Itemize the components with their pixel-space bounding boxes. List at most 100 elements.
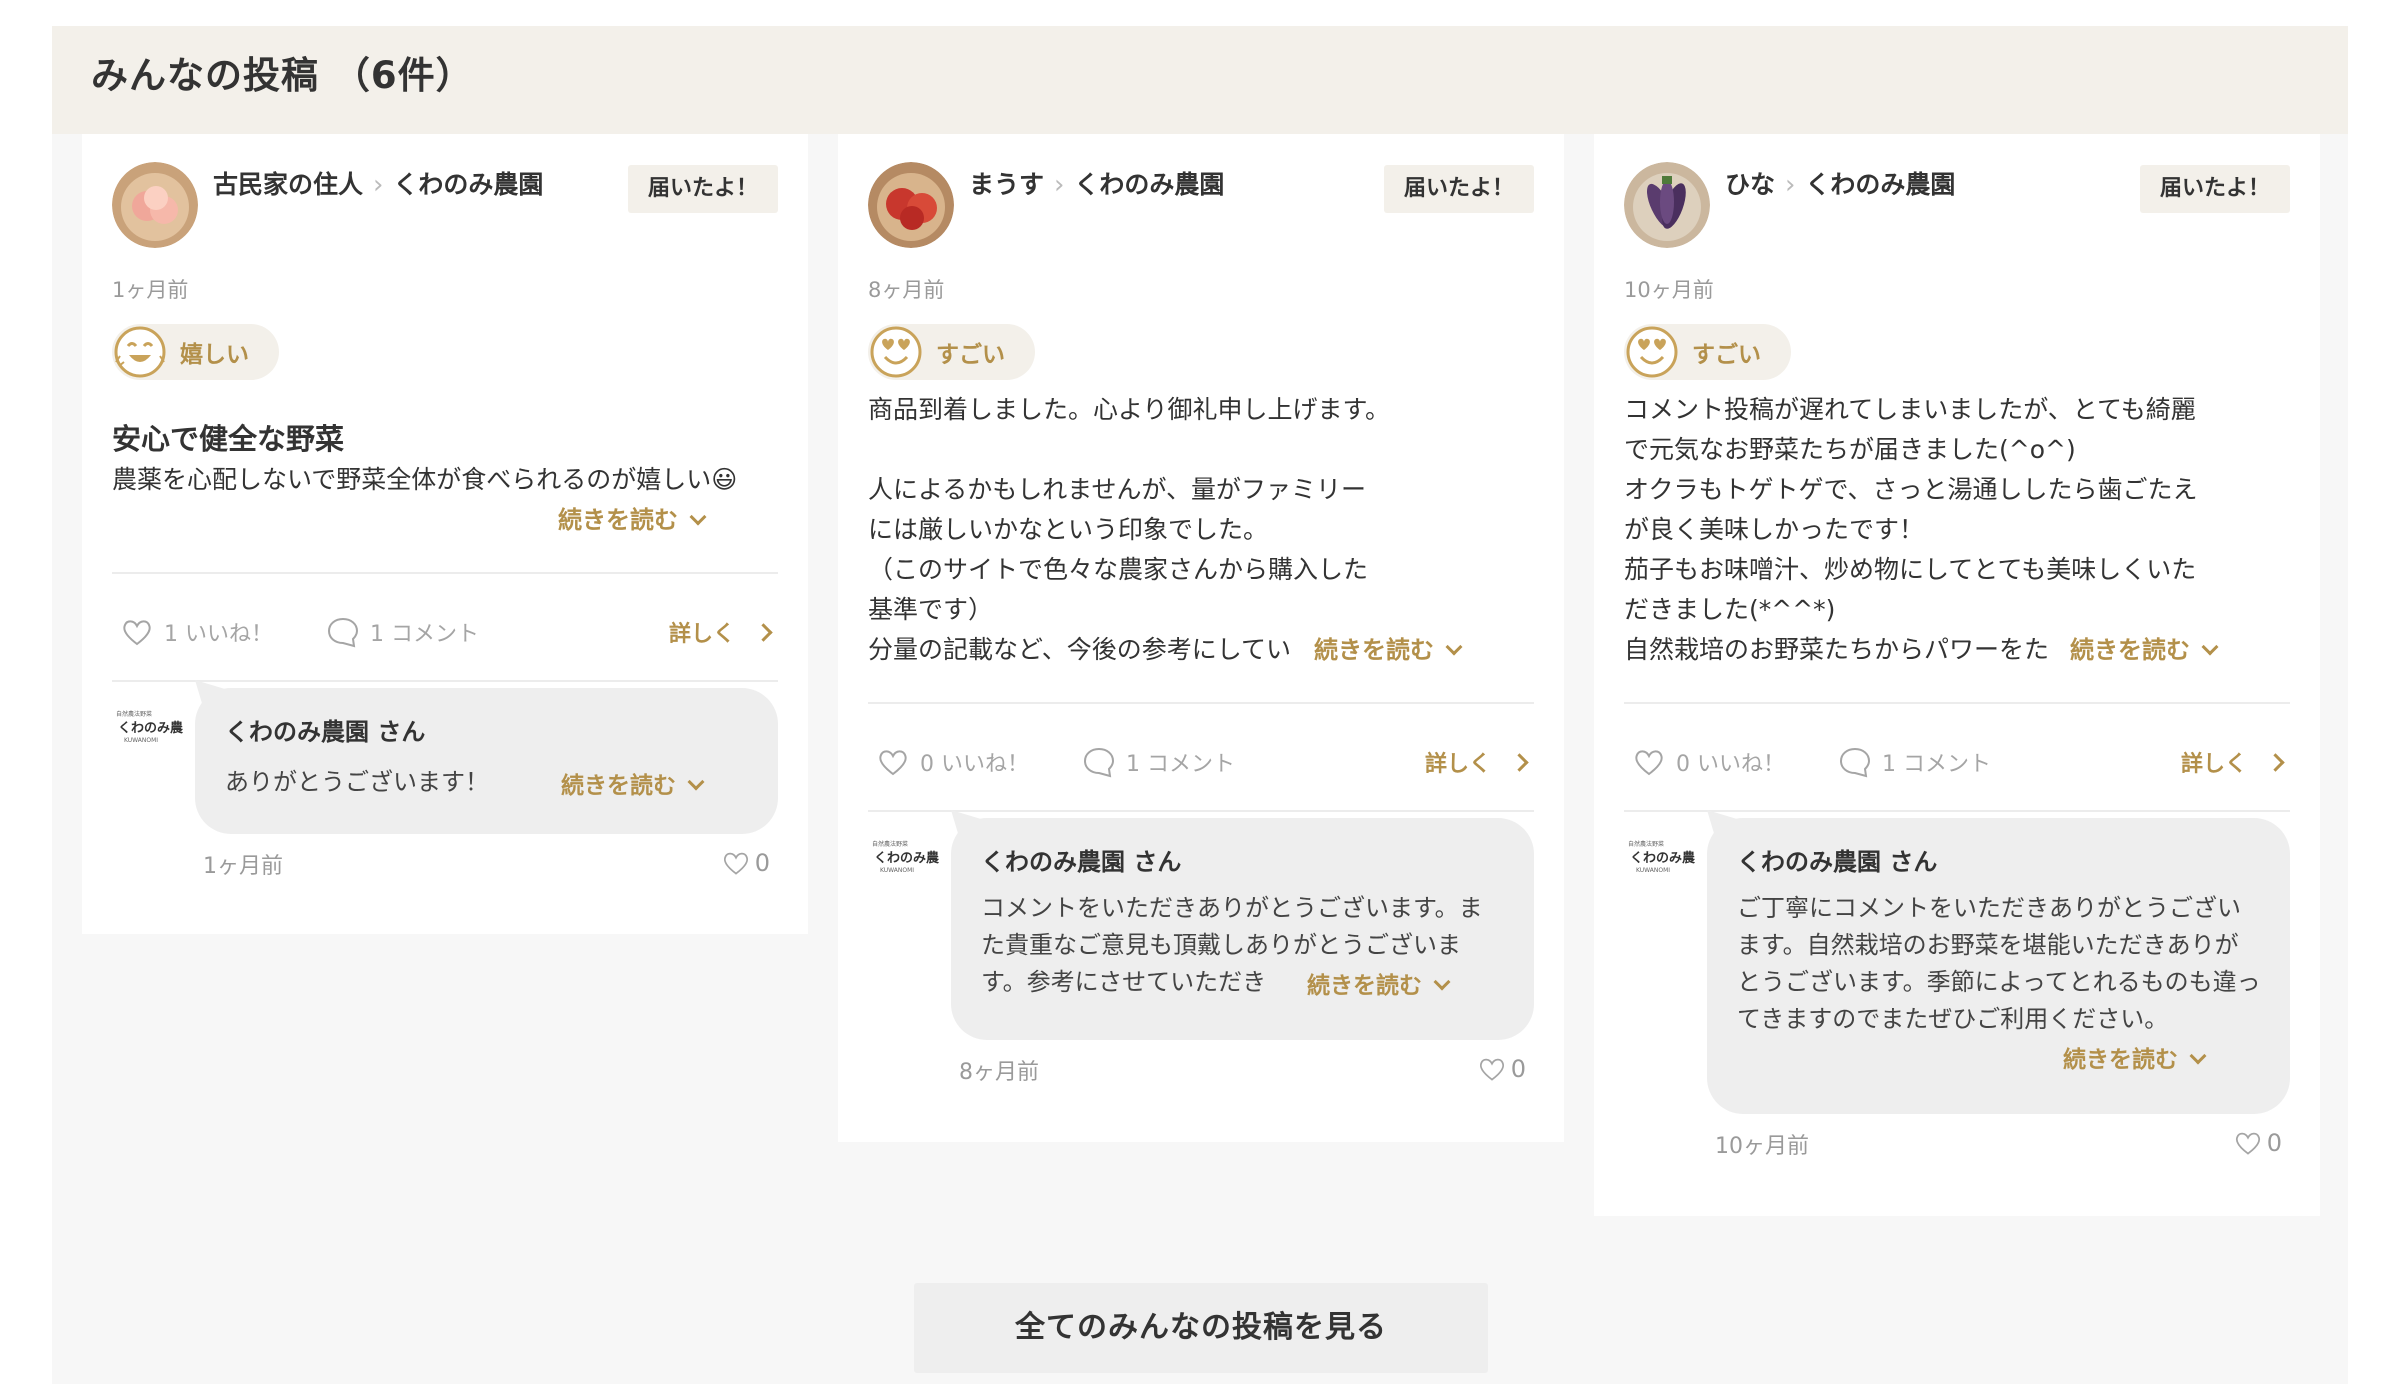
chevron-right-icon: › [1054,170,1065,200]
post-header: ひな › くわのみ農園 届いたよ！ [1624,162,2290,252]
svg-text:自然農法野菜: 自然農法野菜 [116,710,152,718]
divider [868,810,1534,812]
heart-icon [1479,1058,1504,1081]
post-card: ひな › くわのみ農園 届いたよ！ 10ヶ月前 すごい コメント投稿が遅れてしまいま… [1594,134,2320,1216]
post-time: 10ヶ月前 [1624,278,1714,302]
reply-time: 10ヶ月前 [1715,1134,1809,1159]
avatar[interactable] [868,162,954,248]
chevron-right-icon [1510,752,1529,772]
heart-icon [723,852,748,875]
heart-icon [1635,750,1663,776]
like-button[interactable]: 0 いいね！ [876,742,1029,782]
chevron-right-icon: › [373,170,384,200]
farm-logo: 自然農法野菜 くわのみ農 KUWANOMI [114,708,184,748]
post-time: 8ヶ月前 [868,278,945,302]
post-body: 農薬を心配しないで野菜全体が食べられるのが嬉しい😃 [112,465,738,494]
comment-count: 1 コメント [370,622,479,647]
post-actions: 0 いいね！ 1 コメント 詳しく [868,742,1534,782]
post-title: 安心で健全な野菜 [112,422,345,456]
svg-text:KUWANOMI: KUWANOMI [124,737,158,744]
detail-link[interactable]: 詳しく [1425,742,1529,782]
like-count: 1 いいね！ [164,622,273,647]
read-more-link[interactable]: 続きを読む [551,766,705,800]
svg-text:KUWANOMI: KUWANOMI [1636,867,1670,874]
like-button[interactable]: 0 いいね！ [1632,742,1785,782]
read-more-link[interactable]: 続きを読む [2060,630,2219,665]
reply-meta: 10ヶ月前 0 [1715,1128,2290,1162]
farm-name[interactable]: くわのみ農園 [1805,170,1955,199]
chevron-down-icon [689,508,707,526]
reply-time: 1ヶ月前 [203,854,283,879]
post-actions: 0 いいね！ 1 コメント 詳しく [1624,742,2290,782]
user-name[interactable]: ひな [1725,170,1775,199]
read-more-link[interactable]: 続きを読む [548,500,707,535]
post-actions: 1 いいね！ 1 コメント 詳しく [112,612,778,652]
heart-icon [879,750,907,776]
read-more-link[interactable]: 続きを読む [1297,966,1451,1000]
reply-bubble: くわのみ農園 さん ありがとうございます！ 続きを読む [195,688,778,834]
reaction-badge: 嬉しい [112,324,279,380]
farm-logo: 自然農法野菜 くわのみ農 KUWANOMI [870,838,940,878]
farm-name[interactable]: くわのみ農園 [1074,170,1224,199]
delivered-badge: 届いたよ！ [628,165,778,213]
post-body: コメント投稿が遅れてしまいましたが、とても綺麗 で元気なお野菜たちが届きました(… [1624,395,2198,664]
user-name[interactable]: 古民家の住人 [213,170,363,199]
reply-like-button[interactable]: 0 [2233,1128,2282,1158]
comment-button[interactable]: 1 コメント [1838,742,1991,782]
reply-like-button[interactable]: 0 [1477,1054,1526,1084]
farm-name[interactable]: くわのみ農園 [393,170,543,199]
reaction-badge: すごい [1624,324,1791,380]
delivered-badge: 届いたよ！ [1384,165,1534,213]
svg-text:自然農法野菜: 自然農法野菜 [872,840,908,848]
reply-bubble: くわのみ農園 さん コメントをいただきありがとうございます。また貴重なご意見も頂… [951,818,1534,1040]
chevron-right-icon [2266,752,2285,772]
comment-button[interactable]: 1 コメント [326,612,479,652]
avatar[interactable] [112,162,198,248]
reply-like-button[interactable]: 0 [721,848,770,878]
heart-eyes-face-icon [870,326,922,378]
detail-link[interactable]: 詳しく [2181,742,2285,782]
divider [1624,702,2290,704]
avatar[interactable] [1624,162,1710,248]
chevron-down-icon [1433,973,1451,991]
chevron-right-icon [754,622,773,642]
user-line: ひな › くわのみ農園 [1725,168,1955,202]
chevron-down-icon [2189,1047,2207,1065]
reply-author: くわのみ農園 さん [225,718,426,746]
reply-like-count: 0 [754,849,770,877]
svg-text:自然農法野菜: 自然農法野菜 [1628,840,1664,848]
section-title: みんなの投稿 （6件） [91,54,474,97]
post-body: 商品到着しました。心より御礼申し上げます。 人によるかもしれませんが、量がファミ… [868,395,1391,664]
read-more-link[interactable]: 続きを読む [1304,630,1463,665]
divider [112,680,778,682]
reply-like-count: 0 [1510,1055,1526,1083]
divider [1624,810,2290,812]
comment-count: 1 コメント [1882,752,1991,777]
post-card: まうす › くわのみ農園 届いたよ！ 8ヶ月前 すごい 商品到着しました。心より御礼… [838,134,1564,1142]
see-all-posts-button[interactable]: 全てのみんなの投稿を見る [914,1283,1488,1373]
reaction-label: すごい [1692,342,1761,368]
svg-text:くわのみ農: くわのみ農 [118,720,184,736]
post-header: まうす › くわのみ農園 届いたよ！ [868,162,1534,252]
divider [868,702,1534,704]
reply-meta: 1ヶ月前 0 [203,848,778,882]
post-header: 古民家の住人 › くわのみ農園 届いたよ！ [112,162,778,252]
divider [112,572,778,574]
like-count: 0 いいね！ [1676,752,1785,777]
like-button[interactable]: 1 いいね！ [120,612,273,652]
chevron-down-icon [687,773,705,791]
comment-count: 1 コメント [1126,752,1235,777]
heart-icon [123,620,151,646]
reply-author: くわのみ農園 さん [1737,848,1938,876]
farm-logo: 自然農法野菜 くわのみ農 KUWANOMI [1626,838,1696,878]
reaction-label: 嬉しい [180,342,249,368]
read-more-link[interactable]: 続きを読む [2053,1040,2207,1074]
user-line: まうす › くわのみ農園 [969,168,1224,202]
reply-time: 8ヶ月前 [959,1060,1039,1085]
svg-text:くわのみ農: くわのみ農 [874,850,940,866]
heart-icon [2235,1132,2260,1155]
chevron-down-icon [2201,638,2219,656]
detail-link[interactable]: 詳しく [669,612,773,652]
user-name[interactable]: まうす [969,170,1044,199]
comment-button[interactable]: 1 コメント [1082,742,1235,782]
